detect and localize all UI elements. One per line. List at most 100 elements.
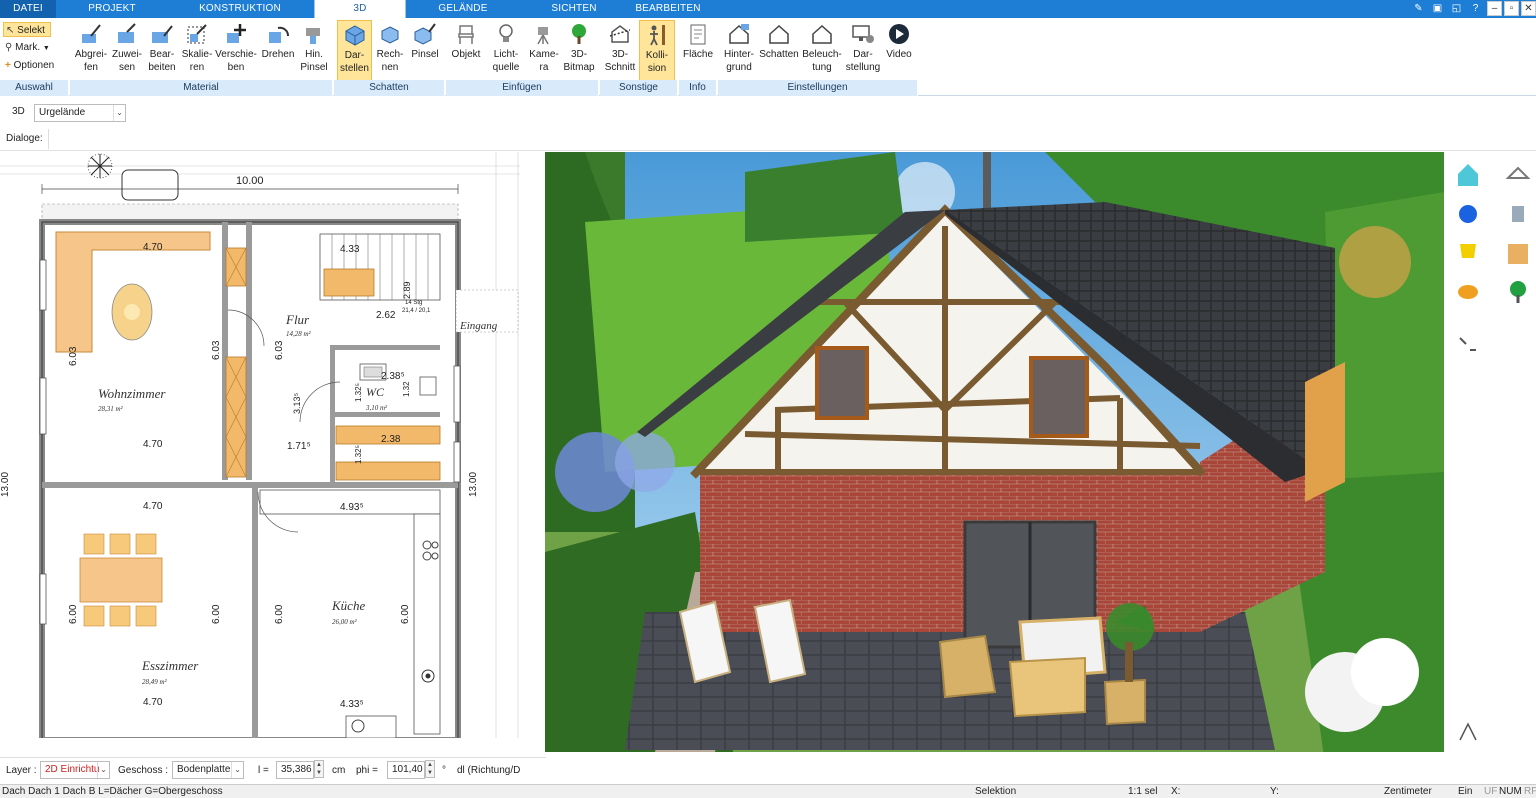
tab-gelaende[interactable]: GELÄNDE (420, 0, 506, 18)
tools-icon[interactable]: ✎ (1411, 1, 1426, 16)
scale-icon (187, 24, 207, 44)
hin-pinsel-button[interactable]: Hin. Pinsel (298, 20, 330, 82)
dimension-flur-left: 6.03 (274, 340, 285, 360)
objekt-button[interactable]: Objekt (448, 20, 484, 82)
status-text: Dach Dach 1 Dach B L=Dächer G=Obergescho… (2, 786, 223, 797)
zuweisen-button[interactable]: Zuwei- sen (110, 20, 144, 82)
tab-sichten[interactable]: SICHTEN (532, 0, 616, 18)
close-icon[interactable]: ✕ (1521, 1, 1536, 16)
tap-icon[interactable] (1504, 200, 1532, 228)
brush-icon (306, 28, 320, 44)
roof-catalog-icon[interactable] (1504, 162, 1532, 190)
kollision-button[interactable]: Kolli- sion (639, 20, 675, 82)
selekt-button[interactable]: ↖ Selekt (3, 22, 51, 37)
length-label: l = (258, 765, 269, 776)
group-einstellungen: Einstellungen (718, 80, 918, 96)
dimension-wohn-bottom: 4.70 (143, 439, 163, 450)
dimension-kueche-right: 6.00 (400, 604, 411, 624)
minimize-icon[interactable]: – (1487, 1, 1502, 16)
dimension-ess-right: 6.00 (211, 604, 222, 624)
schatten-settings-button[interactable]: Schatten (758, 20, 800, 82)
monitor-settings-icon (852, 25, 874, 43)
mark-button[interactable]: ⚲ Mark. ▼ (3, 40, 63, 55)
room-wc-area: 3,10 m² (365, 404, 388, 412)
chair-icon (458, 25, 474, 44)
quick-access-strip (1444, 152, 1536, 764)
tab-projekt[interactable]: PROJEKT (72, 0, 152, 18)
hintergrund-button[interactable]: Hinter- grund (720, 20, 758, 82)
cube-brush-icon (414, 23, 436, 45)
video-button[interactable]: Video (882, 20, 916, 82)
tab-bearbeiten[interactable]: BEARBEITEN (628, 0, 708, 18)
status-num: NUM (1499, 786, 1522, 797)
cube-calc-icon (381, 26, 399, 44)
room-esszimmer: Esszimmer (141, 658, 199, 673)
rechnen-button[interactable]: Rech- nen (374, 20, 406, 82)
fire-icon[interactable] (1454, 278, 1482, 306)
status-uf: UF (1484, 786, 1498, 797)
layer-select[interactable]: 2D Einrichtu ⌄ (40, 761, 110, 779)
pinsel-button[interactable]: Pinsel (408, 20, 442, 82)
kamera-button[interactable]: Kame- ra (526, 20, 562, 82)
dialog-label: Dialoge: (6, 133, 43, 144)
assign-material-icon (118, 23, 136, 43)
window-icon[interactable]: ◱ (1449, 1, 1464, 16)
room-kueche-area: 26,00 m² (332, 618, 358, 626)
phi-input[interactable]: 101,40 (387, 761, 425, 779)
help-icon[interactable]: ? (1468, 1, 1483, 16)
layer-label: Layer : (6, 765, 37, 776)
direction-label: dl (Richtung/D (457, 765, 521, 776)
tab-datei[interactable]: DATEI (0, 0, 56, 18)
bitmap-3d-button[interactable]: 3D- Bitmap (562, 20, 596, 82)
north-arrow-icon[interactable] (1454, 718, 1482, 746)
chevron-down-icon: ⌄ (113, 105, 125, 121)
optionen-button[interactable]: + Optionen (3, 58, 67, 73)
darstellen-button[interactable]: Dar- stellen (337, 20, 372, 82)
texture-icon[interactable] (1504, 240, 1532, 268)
plant-icon[interactable] (1504, 278, 1532, 306)
bearbeiten-button[interactable]: Bear- beiten (144, 20, 180, 82)
phi-stepper[interactable]: ▲ ▼ (425, 760, 435, 778)
house-catalog-icon[interactable] (1454, 160, 1482, 188)
camera-icon (537, 27, 549, 45)
abgreifen-button[interactable]: Abgrei- fen (72, 20, 110, 82)
tab-3d[interactable]: 3D (314, 0, 406, 18)
dimension-right: 13.00 (468, 472, 479, 497)
restore-icon[interactable]: ▫ (1504, 1, 1519, 16)
group-info: Info (679, 80, 717, 96)
blue-sphere-icon[interactable] (1454, 200, 1482, 228)
group-auswahl: Auswahl (0, 80, 69, 96)
tools-small-icon[interactable] (1454, 330, 1482, 358)
room-wc: WC (366, 385, 385, 399)
area-icon (690, 24, 706, 45)
tab-konstruktion[interactable]: KONSTRUKTION (180, 0, 300, 18)
beleuchtung-button[interactable]: Beleuch- tung (800, 20, 844, 82)
length-input[interactable]: 35,386 (276, 761, 314, 779)
stair-dimension: 21,4 / 20,1 (402, 308, 431, 314)
darstellung-button[interactable]: Dar- stellung (844, 20, 882, 82)
skalieren-button[interactable]: Skalie- ren (180, 20, 214, 82)
terrain-select[interactable]: Urgelände ⌄ (34, 104, 126, 122)
schnitt-3d-button[interactable]: 3D- Schnitt (602, 20, 638, 82)
house-shadow-icon (769, 24, 789, 44)
flaeche-button[interactable]: Fläche (680, 20, 716, 82)
drehen-button[interactable]: Drehen (258, 20, 298, 82)
rotate-icon (269, 26, 289, 43)
view-bottom-edge (545, 752, 1444, 764)
dimension-flur-top: 2.62 (376, 310, 396, 321)
paint-bucket-icon[interactable] (1454, 234, 1482, 262)
layout-icon[interactable]: ▣ (1430, 1, 1445, 16)
collision-icon (650, 25, 665, 46)
lichtquelle-button[interactable]: Licht- quelle (486, 20, 526, 82)
verschieben-button[interactable]: Verschie- ben (214, 20, 258, 82)
status-mode: Selektion (975, 786, 1017, 797)
lightbulb-icon (499, 24, 513, 42)
dimension-wohn-right: 6.03 (211, 340, 222, 360)
3d-render-view[interactable] (545, 152, 1444, 764)
arrow-icon: ↖ (6, 25, 15, 36)
status-scale: 1:1 sel (1128, 786, 1158, 797)
floor-plan-view[interactable]: 10.00 14 Stg 21,4 / 20,1 Eingang 13.00 1… (0, 152, 544, 738)
geschoss-select[interactable]: Bodenplatte ⌄ (172, 761, 244, 779)
length-stepper[interactable]: ▲ ▼ (314, 760, 324, 778)
view-mode-label: 3D (12, 106, 25, 117)
